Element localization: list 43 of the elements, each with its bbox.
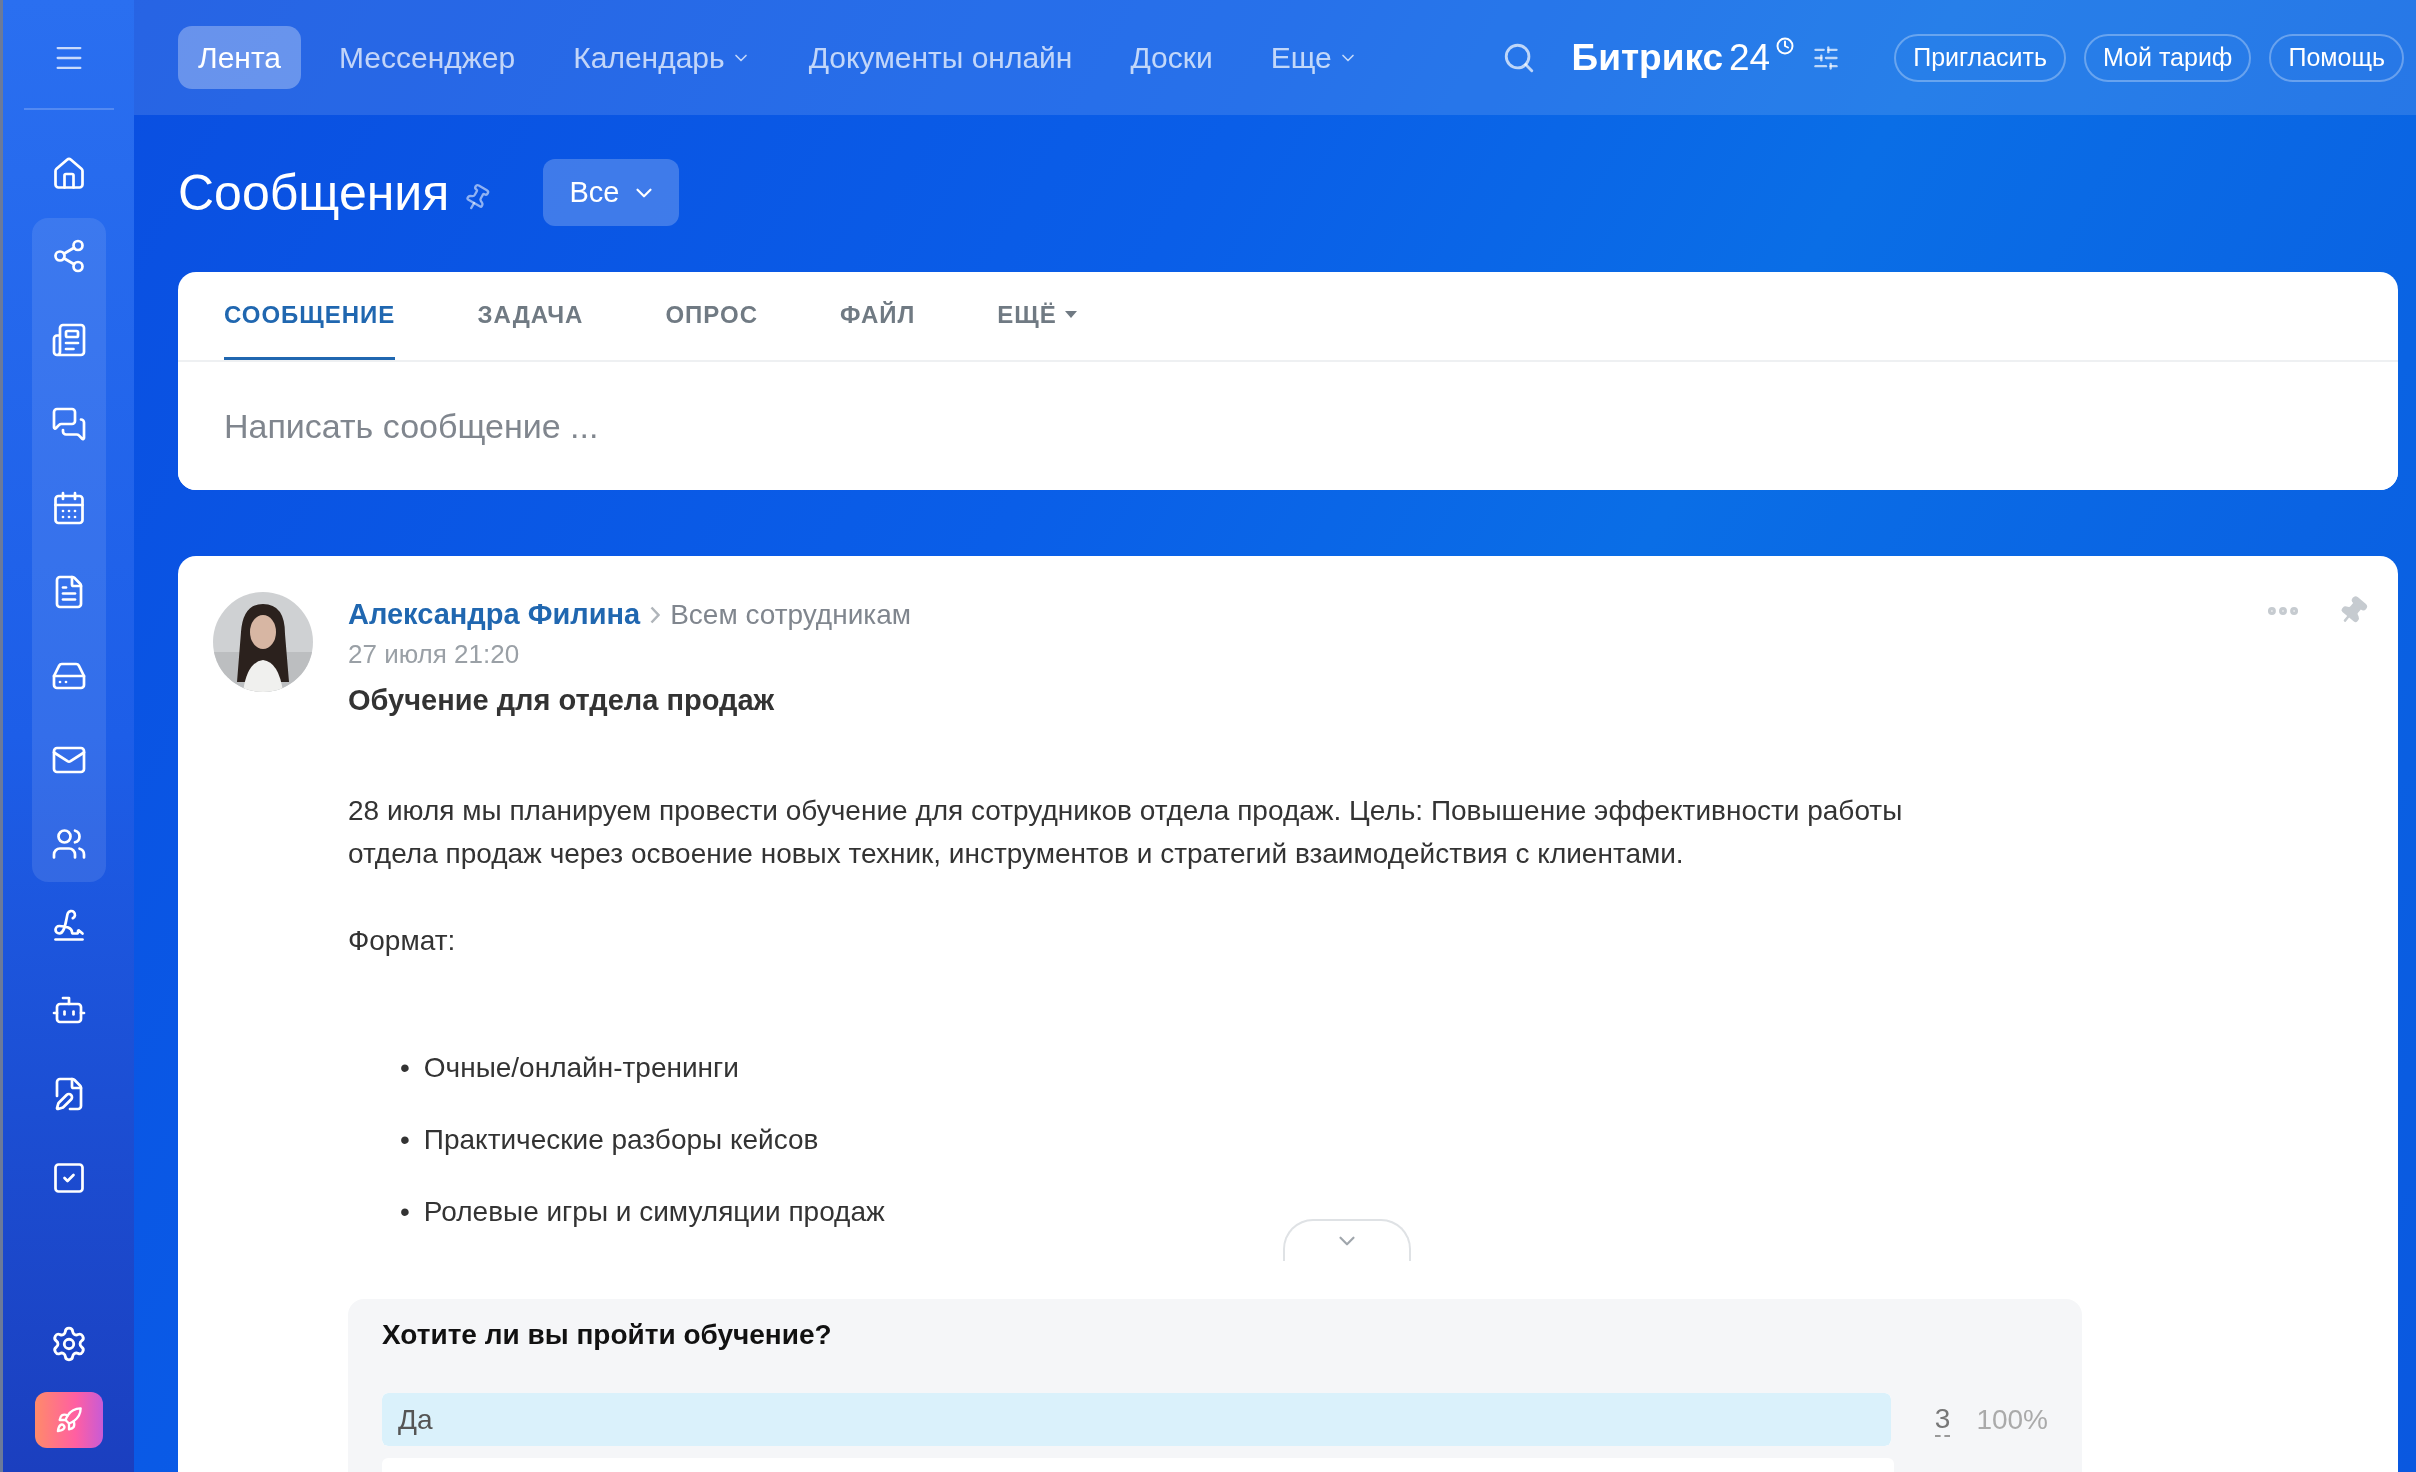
rocket-button[interactable] (34, 1392, 103, 1448)
header-button[interactable]: Пригласить (1894, 33, 2066, 82)
recipient: Всем сотрудникам (670, 598, 911, 631)
nav-tab[interactable]: Лента (178, 26, 302, 89)
composer-tab[interactable]: ЗАДАЧА (477, 272, 584, 360)
sliders-icon (1812, 43, 1841, 72)
brand-name: Битрикс (1571, 36, 1723, 79)
post-paragraph: Формат: (348, 924, 457, 958)
settings-sliders-button[interactable] (1812, 43, 1841, 72)
post-paragraph: 28 июля мы планируем провести обучение для сотрудников отдела продаж. Цель: Повышение эффективности работы отдела продаж через освоение новых техник, инструментов и стратегий взаимодействия с клиентами. (348, 794, 1904, 871)
chevron-icon (650, 605, 661, 624)
nav-tab[interactable]: Доски (1110, 26, 1233, 89)
bullet-item: Очные/онлайн-тренинги (423, 1051, 739, 1085)
vote-count[interactable]: 3 (1934, 1402, 1951, 1437)
message-input[interactable]: Написать сообщение ... (178, 396, 2398, 456)
newspaper-icon (50, 322, 87, 358)
author-link[interactable]: Александра Филина (348, 598, 641, 631)
clock-icon (1776, 36, 1795, 55)
header-button[interactable]: Помощь (2269, 33, 2404, 82)
nav-tab[interactable]: Календарь (553, 26, 771, 89)
composer-tab[interactable]: ФАЙЛ (840, 272, 916, 360)
rocket-icon (54, 1406, 83, 1434)
poll-question: Хотите ли вы пройти обучение? (382, 1319, 833, 1351)
composer-tab[interactable]: ОПРОС (665, 272, 759, 360)
composer-tab[interactable]: ЕЩЁ (997, 272, 1077, 360)
chat-icon (50, 406, 87, 442)
vote-percent: 100% (1976, 1403, 2048, 1436)
nav-tab[interactable]: Мессенджер (319, 26, 536, 89)
bullet-item: Практические разборы кейсов (423, 1123, 819, 1157)
page-title: Сообщения (178, 163, 450, 222)
nav-tab[interactable]: Еще (1250, 26, 1378, 89)
filter-dropdown[interactable]: Все (543, 159, 680, 226)
nav-tab[interactable]: Документы онлайн (788, 26, 1093, 89)
header-button[interactable]: Мой тариф (2084, 33, 2252, 82)
bullet-marker: • (400, 1195, 410, 1229)
bullet-marker: • (400, 1051, 410, 1085)
answer-label: Да (397, 1404, 433, 1435)
bullet-item: Ролевые игры и симуляции продаж (423, 1195, 885, 1229)
bullet-marker: • (400, 1123, 410, 1157)
post-title: Обучение для отдела продаж (348, 684, 776, 717)
brand-number: 24 (1729, 36, 1771, 79)
people-icon (50, 826, 87, 862)
post-date: 27 июля 21:20 (348, 639, 521, 670)
